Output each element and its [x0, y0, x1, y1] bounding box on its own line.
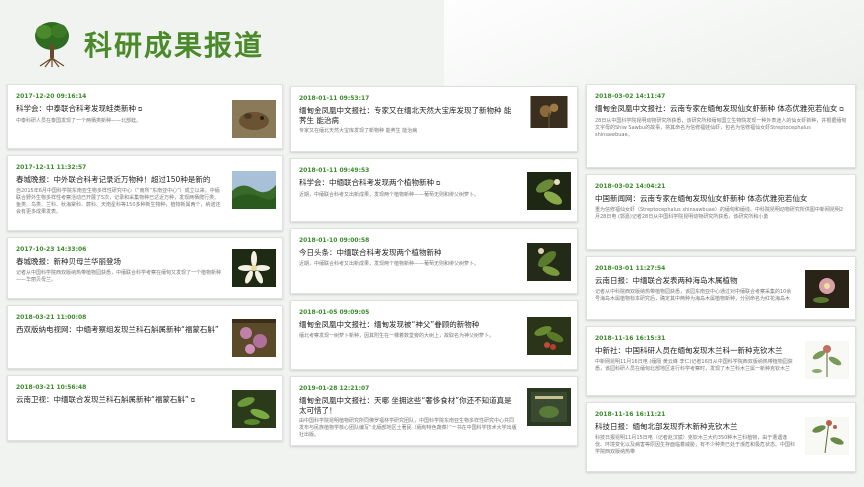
news-summary: 中新网昆明11月16日电 (缅隔 黄云峰 李仁)记者16日从中国科学院西双版纳热…: [595, 358, 793, 372]
news-card[interactable]: 2018-01-11 09:49:53 科学会：中缅联合科考发现两个植物新种 ⧉ …: [290, 158, 578, 222]
news-date: 2018-01-11 09:49:53: [299, 167, 370, 174]
frog-photo-thumbnail[interactable]: [232, 99, 276, 139]
news-card[interactable]: 2018-01-05 09:09:05 缅甸金凤凰中文报社：缅甸发现被“神父”眷…: [290, 300, 578, 370]
berry-photo-thumbnail[interactable]: [527, 311, 571, 361]
external-link-icon[interactable]: ⧉: [436, 180, 440, 187]
news-card[interactable]: 2018-03-02 14:04:21 中国新闻网：云南专家在缅甸发现仙女虾新种…: [586, 174, 856, 250]
news-headline[interactable]: 中国新闻网：云南专家在缅甸发现仙女虾新种 体态优雅宛若仙女: [595, 194, 807, 203]
news-card[interactable]: 2018-11-16 16:15:31 中新社：中国科研人员在缅甸发现木兰科一新…: [586, 326, 856, 396]
news-headline[interactable]: 春城晚报：中外联合科考记录近万物种！超过150种是新的: [16, 175, 210, 184]
news-date: 2018-03-01 11:27:54: [595, 265, 666, 272]
news-summary: 由中国科学院昆明植物研究所同佛罗福林学研究团队，中国科学院东南亚生物多样性研究中…: [299, 418, 517, 438]
external-link-icon[interactable]: ⧉: [191, 397, 195, 404]
botanical-illustration-2-thumbnail[interactable]: [805, 411, 849, 461]
news-date: 2018-01-10 09:00:58: [299, 237, 370, 244]
external-link-icon[interactable]: ⧉: [839, 106, 843, 113]
page-header: 科研成果报道: [30, 18, 264, 70]
news-summary: 缅北考察发现一树萝卜新种，因其附生在一棵着数堂旁的大树上，故取名为神父树萝卜。: [299, 332, 495, 339]
news-headline[interactable]: 云南卫视：中缅联合发现兰科石斛属新种“福蒙石斛”: [16, 395, 189, 404]
news-headline[interactable]: 科技日报：缅甸北部发现乔木新种克钦木兰: [595, 422, 738, 431]
news-card[interactable]: 2019-01-28 12:21:07 缅甸金凤凰中文报社：天哪 坐拥这些“奢侈…: [290, 376, 578, 446]
botanical-illustration-thumbnail[interactable]: [805, 335, 849, 385]
news-date: 2018-01-11 09:53:17: [299, 95, 370, 102]
dark-plant-photo-thumbnail[interactable]: [527, 96, 571, 128]
news-date: 2018-03-21 10:56:48: [16, 384, 87, 391]
news-summary: 记者从中国科学院西双版纳热带植物园获悉，中缅联合科学考察在缅甸又发现了一个植物新…: [16, 269, 222, 283]
news-card[interactable]: 2017-12-20 09:16:14 科学会：中泰联合科考发现蛙类新种 ⧉ 中泰…: [7, 84, 283, 149]
news-date: 2018-11-16 16:11:21: [595, 411, 666, 418]
purple-flower-photo-thumbnail[interactable]: [232, 314, 276, 362]
news-card[interactable]: 2018-03-01 11:27:54 云南日报：中缅联合发表两种海岛木属植物 …: [586, 256, 856, 320]
news-summary: 重为信修福仙女虾（Streptocephalus shinsawbuae）的缅甸…: [595, 206, 844, 220]
news-column-3: 2018-03-02 14:11:47 缅甸金凤凰中文报社：云南专家在缅甸发现仙…: [586, 84, 864, 478]
news-summary: 28日从中国科学院昆明动物研究所获悉，该研究所和缅甸国立生物院发现一种外表迷人的…: [595, 117, 847, 138]
news-headline[interactable]: 科学会：中缅联合科考发现两个植物新种: [299, 178, 434, 187]
green-plant-photo-thumbnail[interactable]: [232, 384, 276, 434]
news-date: 2017-12-20 09:16:14: [16, 93, 87, 100]
news-summary: 专家又在缅北天然大宝库发现了新物种 能荠生 能治病: [299, 128, 418, 134]
news-summary: 中泰科研人员在泰国发现了一个两栖类新种——北部蛙。: [16, 117, 142, 124]
news-column-2: 2018-01-11 09:53:17 缅甸金凤凰中文报社：专家又在缅北天然大宝…: [290, 86, 578, 452]
news-summary: 记者从中科院西双版纳热带植物园获悉，该园东南亚中心通过对中缅联合考察采集的10余…: [595, 288, 792, 302]
news-date: 2018-03-02 14:11:47: [595, 93, 666, 100]
news-card[interactable]: 2018-03-21 11:00:08 西双版纳电视网：中缅考察组发现兰科石斛属…: [7, 305, 283, 369]
book-cover-thumbnail[interactable]: [527, 383, 571, 431]
news-headline[interactable]: 缅甸金凤凰中文报社：云南专家在缅甸发现仙女虾新种 体态优雅宛若仙女: [595, 104, 837, 113]
news-date: 2017-12-11 11:32:57: [16, 164, 87, 171]
news-date: 2018-03-02 14:04:21: [595, 183, 666, 190]
news-date: 2019-01-28 12:21:07: [299, 385, 370, 392]
orchid-photo-thumbnail[interactable]: [232, 246, 276, 290]
news-card[interactable]: 2017-12-11 11:32:57 春城晚报：中外联合科考记录近万物种！超过…: [7, 155, 283, 231]
news-card[interactable]: 2018-03-02 14:11:47 缅甸金凤凰中文报社：云南专家在缅甸发现仙…: [586, 84, 856, 168]
news-headline[interactable]: 西双版纳电视网：中缅考察组发现兰科石斛属新种“福蒙石斛”: [16, 325, 219, 334]
news-date: 2018-03-21 11:00:08: [16, 314, 87, 321]
tree-logo-icon: [30, 20, 74, 68]
news-headline[interactable]: 云南日报：中缅联合发表两种海岛木属植物: [595, 276, 738, 285]
news-card[interactable]: 2017-10-23 14:33:06 春城晚报：新种贝母兰华丽登场 记者从中国…: [7, 237, 283, 299]
news-headline[interactable]: 今日头条：中缅联合科考发现两个植物新种: [299, 248, 442, 257]
news-date: 2018-01-05 09:09:05: [299, 309, 370, 316]
news-date: 2018-11-16 16:15:31: [595, 335, 666, 342]
background-decoration: [444, 0, 864, 90]
pink-flower-photo-thumbnail[interactable]: [805, 265, 849, 313]
news-headline[interactable]: 缅甸金凤凰中文报社：专家又在缅北天然大宝库发现了新物种 能荠生 能治病: [299, 106, 511, 125]
news-card[interactable]: 2018-03-21 10:56:48 云南卫视：中缅联合发现兰科石斛属新种“福…: [7, 375, 283, 441]
news-card[interactable]: 2018-01-11 09:53:17 缅甸金凤凰中文报社：专家又在缅北天然大宝…: [290, 86, 578, 152]
news-date: 2017-10-23 14:33:06: [16, 246, 87, 253]
news-summary: 近期，中缅联合科考又出新成果，发现两个植物新种——葡萄无则和绯父树萝卜。: [299, 191, 480, 198]
news-summary: 近期，中缅联合科考又出新成果，发现两个植物新种——葡萄无则和绯父树萝卜。: [299, 260, 480, 267]
news-headline[interactable]: 缅甸金凤凰中文报社：缅甸发现被“神父”眷顾的新物种: [299, 320, 479, 329]
news-card[interactable]: 2018-01-10 09:00:58 今日头条：中缅联合科考发现两个植物新种 …: [290, 228, 578, 294]
news-card[interactable]: 2018-11-16 16:11:21 科技日报：缅甸北部发现乔木新种克钦木兰 …: [586, 402, 856, 472]
external-link-icon[interactable]: ⧉: [138, 106, 142, 113]
news-headline[interactable]: 春城晚报：新种贝母兰华丽登场: [16, 257, 121, 266]
news-summary: 自2015年6月中国科学院东南亚生物多样性研究中心（“南所”东南亚中心”）成立以…: [16, 187, 221, 215]
news-headline[interactable]: 中新社：中国科研人员在缅甸发现木兰科一新种克钦木兰: [595, 346, 783, 355]
news-headline[interactable]: 缅甸金凤凰中文报社：天哪 坐拥这些“奢侈食材”你还不知道真是太可惜了！: [299, 396, 512, 415]
leaf-photo-2-thumbnail[interactable]: [527, 237, 571, 287]
leaf-photo-thumbnail[interactable]: [527, 167, 571, 215]
news-column-1: 2017-12-20 09:16:14 科学会：中泰联合科考发现蛙类新种 ⧉ 中泰…: [7, 84, 289, 447]
news-summary: 科技日报昆明11月15日电（记者赵汉斌）克钦木兰大约350种木兰科植物，由于遭遇…: [595, 434, 796, 455]
news-headline[interactable]: 科学会：中泰联合科考发现蛙类新种: [16, 104, 136, 113]
page-title: 科研成果报道: [84, 29, 265, 62]
forest-photo-thumbnail[interactable]: [232, 168, 276, 212]
